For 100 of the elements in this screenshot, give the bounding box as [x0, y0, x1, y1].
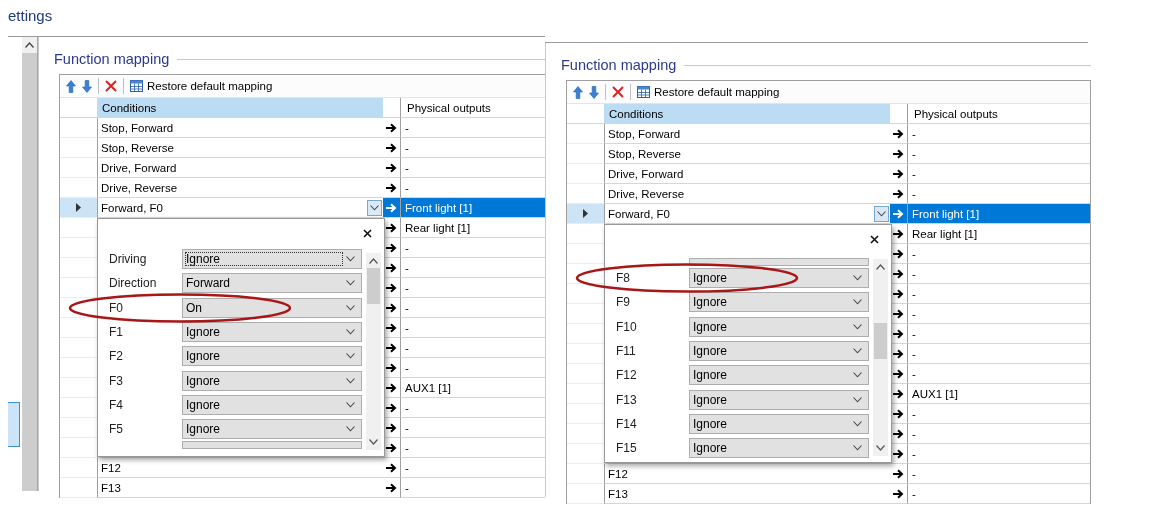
right-arrow-icon	[386, 222, 397, 233]
list-item[interactable]	[8, 402, 20, 447]
table-cell: F13	[101, 481, 121, 494]
combo-box[interactable]: Ignore	[182, 419, 362, 440]
right-arrow-icon	[386, 282, 397, 293]
table-cell: -	[400, 318, 545, 338]
move-down-button[interactable]	[82, 77, 92, 95]
right-arrow-icon	[893, 288, 904, 299]
field-label: F5	[109, 422, 124, 437]
table-cell: -	[907, 284, 1090, 304]
move-down-button[interactable]	[589, 83, 599, 101]
scrollbar[interactable]	[366, 253, 381, 450]
right-arrow-icon	[893, 368, 904, 379]
up-arrow-icon	[573, 85, 583, 99]
combo-box[interactable]: Ignore	[689, 389, 869, 410]
right-arrow-icon	[386, 242, 397, 253]
up-chevron-icon[interactable]	[25, 42, 34, 48]
table-cell: -	[907, 164, 1090, 184]
combo-box[interactable]: Ignore	[182, 346, 362, 367]
chevron-icon	[346, 377, 355, 384]
chevron-icon	[853, 372, 862, 379]
down-chevron-icon[interactable]	[369, 439, 378, 445]
table-icon	[130, 80, 143, 92]
move-up-button[interactable]	[66, 77, 76, 95]
scrollbar[interactable]	[873, 259, 888, 456]
right-arrow-icon	[386, 202, 397, 213]
table-cell: -	[907, 124, 1090, 144]
chevron-icon	[370, 204, 379, 211]
right-arrow-icon	[893, 328, 904, 339]
table-cell: Front light [1]	[907, 204, 1090, 224]
right-arrow-icon	[893, 428, 904, 439]
table-cell: -	[907, 264, 1090, 284]
combo-box[interactable]: Ignore	[689, 316, 869, 337]
table-cell: Drive, Reverse	[608, 187, 685, 200]
right-arrow-icon	[386, 262, 397, 273]
right-arrow-icon	[386, 162, 397, 173]
close-icon[interactable]	[870, 234, 879, 244]
table-cell: AUX1 [1]	[400, 378, 545, 398]
combo-box[interactable]: Ignore	[689, 292, 869, 313]
close-icon[interactable]	[363, 228, 372, 238]
restore-default-button[interactable]: Restore default mapping	[637, 86, 780, 98]
field-label: F15	[616, 441, 638, 456]
combo-box[interactable]: Ignore	[689, 341, 869, 362]
table-cell: -	[907, 444, 1090, 464]
chevron-icon	[877, 210, 886, 217]
right-arrow-icon	[893, 388, 904, 399]
table-cell: -	[400, 138, 545, 158]
field-label: F2	[109, 349, 124, 364]
table-cell: -	[400, 258, 545, 278]
chevron-icon	[853, 299, 862, 306]
move-up-button[interactable]	[573, 83, 583, 101]
down-arrow-icon	[82, 79, 92, 93]
right-arrow-icon	[386, 302, 397, 313]
combo-box[interactable]: Ignore	[182, 370, 362, 391]
delete-icon	[105, 80, 117, 92]
table-cell: Stop, Forward	[101, 121, 174, 134]
right-arrow-icon	[386, 142, 397, 153]
up-chevron-icon[interactable]	[369, 258, 378, 264]
combo-box[interactable]: Ignore	[182, 322, 362, 343]
column-header[interactable]: Conditions	[97, 98, 383, 118]
field-label: Driving	[109, 252, 148, 267]
field-label: F4	[109, 397, 124, 412]
down-chevron-icon[interactable]	[876, 445, 885, 451]
right-arrow-icon	[386, 422, 397, 433]
right-arrow-icon	[893, 168, 904, 179]
right-arrow-icon	[893, 228, 904, 239]
column-header[interactable]: Conditions	[604, 104, 890, 124]
field-label: F9	[616, 295, 631, 310]
table-icon	[637, 86, 650, 98]
table-cell: -	[400, 238, 545, 258]
table-cell: -	[907, 344, 1090, 364]
scrollbar[interactable]	[22, 37, 37, 491]
restore-default-button[interactable]: Restore default mapping	[130, 80, 273, 92]
scroll-thumb[interactable]	[367, 268, 380, 304]
combo-box[interactable]: Ignore	[689, 438, 869, 459]
table-cell: -	[400, 458, 545, 478]
combo-box[interactable]: Forward	[182, 273, 362, 294]
chevron-icon	[853, 323, 862, 330]
combo-box[interactable]: On	[182, 297, 362, 318]
right-arrow-icon	[893, 488, 904, 499]
combo-box[interactable]	[689, 258, 869, 266]
table-cell: -	[400, 278, 545, 298]
dropdown-button[interactable]	[367, 199, 382, 216]
up-chevron-icon[interactable]	[876, 264, 885, 270]
scroll-thumb[interactable]	[874, 323, 887, 359]
right-arrow-icon	[386, 182, 397, 193]
table-cell: Stop, Reverse	[608, 147, 681, 160]
chevron-icon	[853, 420, 862, 427]
right-arrow-icon	[893, 468, 904, 479]
combo-box[interactable]: Ignore	[689, 365, 869, 386]
combo-box[interactable]: Ignore	[182, 249, 362, 270]
combo-box[interactable]: Ignore	[182, 394, 362, 415]
right-arrow-icon	[893, 308, 904, 319]
dropdown-button[interactable]	[874, 205, 889, 222]
table-cell: F12	[101, 461, 121, 474]
table-cell: -	[400, 158, 545, 178]
combo-box[interactable]: Ignore	[689, 413, 869, 434]
field-label: F10	[616, 319, 638, 334]
column-header[interactable]: Physical outputs	[907, 104, 1090, 124]
combo-box[interactable]: Ignore	[689, 268, 869, 289]
